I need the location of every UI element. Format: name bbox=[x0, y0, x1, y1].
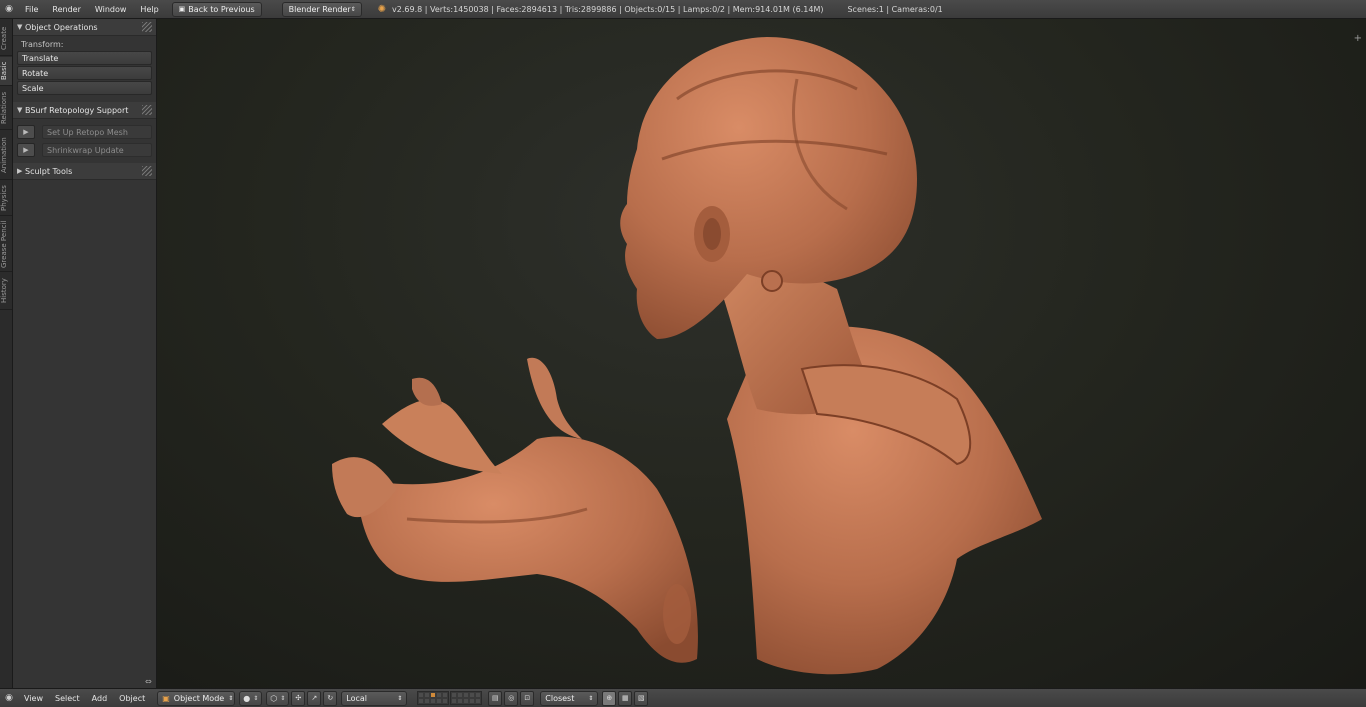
panel-header-object-operations[interactable]: ▼ Object Operations bbox=[13, 19, 156, 36]
editor-type-icon[interactable]: ◉ bbox=[0, 4, 18, 14]
armor-piece-main bbox=[357, 436, 698, 663]
menu-view[interactable]: View bbox=[18, 694, 49, 703]
3d-viewport[interactable]: + bbox=[157, 19, 1366, 688]
panel-title: Sculpt Tools bbox=[25, 166, 73, 176]
render-engine-value: Blender Render bbox=[288, 4, 351, 14]
resize-handle-icon[interactable]: ⇔ bbox=[145, 677, 152, 686]
orientation-value: Local bbox=[346, 693, 367, 703]
shrinkwrap-row: ▶ Shrinkwrap Update bbox=[17, 143, 152, 157]
updown-arrows-icon: ⇕ bbox=[280, 694, 286, 702]
viewport-shading-select[interactable]: ● ⇕ bbox=[239, 690, 263, 706]
layers-group-1[interactable] bbox=[417, 691, 450, 705]
menu-select[interactable]: Select bbox=[49, 694, 86, 703]
tab-relations[interactable]: Relations bbox=[0, 87, 12, 130]
toolshelf-tabs: Create Basic Relations Animation Physics… bbox=[0, 19, 13, 688]
transform-orientation-select[interactable]: Local ⇕ bbox=[341, 690, 408, 706]
panel-title: BSurf Retopology Support bbox=[25, 105, 129, 115]
menu-render[interactable]: Render bbox=[45, 5, 87, 14]
snap-toggle-icon[interactable]: ⊡ bbox=[520, 690, 535, 706]
screen-icon: ▣ bbox=[178, 5, 186, 13]
blender-logo-icon: ✺ bbox=[377, 3, 387, 15]
snap-target-value: Closest bbox=[545, 693, 575, 703]
3d-view-header: ◉ View Select Add Object ▣ Object Mode ⇕… bbox=[0, 688, 1366, 707]
scene-camera-stats: Scenes:1 | Cameras:0/1 bbox=[847, 4, 943, 14]
editor-type-icon[interactable]: ◉ bbox=[0, 693, 18, 703]
translate-manipulator-icon[interactable]: ↗ bbox=[307, 690, 322, 706]
drag-handle-icon[interactable] bbox=[142, 105, 152, 115]
rotate-button[interactable]: Rotate bbox=[17, 66, 152, 80]
menu-object[interactable]: Object bbox=[113, 694, 151, 703]
opengl-render-icon[interactable]: ▦ bbox=[618, 690, 633, 706]
tab-animation[interactable]: Animation bbox=[0, 131, 12, 180]
updown-arrows-icon: ⇕ bbox=[253, 694, 259, 702]
proportional-edit-icon[interactable]: ◎ bbox=[504, 690, 519, 706]
updown-arrows-icon: ⇕ bbox=[588, 694, 594, 702]
info-header: ◉ File Render Window Help ▣ Back to Prev… bbox=[0, 0, 1366, 19]
tool-shelf: ▼ Object Operations Transform: Translate… bbox=[13, 19, 157, 688]
play-icon[interactable]: ▶ bbox=[17, 143, 35, 157]
mode-select[interactable]: ▣ Object Mode ⇕ bbox=[157, 690, 236, 706]
updown-arrows-icon: ⇕ bbox=[350, 5, 356, 13]
opengl-animation-icon[interactable]: ▧ bbox=[634, 690, 649, 706]
translate-button[interactable]: Translate bbox=[17, 51, 152, 65]
manipulator-toggle-icon[interactable]: ✣ bbox=[291, 690, 306, 706]
drag-handle-icon[interactable] bbox=[142, 166, 152, 176]
sculpt-model bbox=[332, 37, 1042, 675]
play-icon[interactable]: ▶ bbox=[17, 125, 35, 139]
tab-physics[interactable]: Physics bbox=[0, 181, 12, 216]
scene-stats: v2.69.8 | Verts:1450038 | Faces:2894613 … bbox=[392, 4, 824, 14]
menu-file[interactable]: File bbox=[18, 5, 45, 14]
lock-camera-icon[interactable]: ▤ bbox=[488, 690, 503, 706]
armor-piece-fragment bbox=[382, 399, 502, 474]
mode-value: Object Mode bbox=[173, 693, 225, 703]
updown-arrows-icon: ⇕ bbox=[397, 694, 403, 702]
pivot-point-select[interactable]: ⬡ ⇕ bbox=[266, 690, 290, 706]
snap-target-select[interactable]: Closest ⇕ bbox=[540, 690, 599, 706]
drag-handle-icon[interactable] bbox=[142, 22, 152, 32]
set-up-retopo-button[interactable]: Set Up Retopo Mesh bbox=[42, 125, 152, 139]
object-mode-icon: ▣ bbox=[162, 693, 170, 703]
menu-add[interactable]: Add bbox=[86, 694, 114, 703]
tab-basic[interactable]: Basic bbox=[0, 57, 12, 86]
transform-label: Transform: bbox=[21, 40, 64, 49]
menu-window[interactable]: Window bbox=[88, 5, 134, 14]
expanded-triangle-icon: ▼ bbox=[17, 23, 23, 31]
panel-header-bsurf[interactable]: ▼ BSurf Retopology Support bbox=[13, 102, 156, 119]
layers-widget bbox=[417, 691, 483, 705]
retopo-row: ▶ Set Up Retopo Mesh bbox=[17, 125, 152, 139]
layers-group-2[interactable] bbox=[450, 691, 483, 705]
armor-piece-fragment bbox=[412, 377, 442, 406]
expanded-triangle-icon: ▼ bbox=[17, 106, 23, 114]
rotate-manipulator-icon[interactable]: ↻ bbox=[323, 690, 338, 706]
collapsed-triangle-icon: ▶ bbox=[17, 167, 23, 175]
panel-header-sculpt-tools[interactable]: ▶ Sculpt Tools bbox=[13, 163, 156, 180]
split-area-icon[interactable]: + bbox=[1354, 33, 1362, 44]
back-to-previous-button[interactable]: ▣ Back to Previous bbox=[171, 1, 262, 17]
updown-arrows-icon: ⇕ bbox=[228, 694, 234, 702]
pivot-icon: ⬡ bbox=[270, 693, 278, 703]
scale-button[interactable]: Scale bbox=[17, 81, 152, 95]
tab-create[interactable]: Create bbox=[0, 21, 12, 56]
armor-piece-fragment bbox=[527, 357, 582, 439]
back-to-previous-label: Back to Previous bbox=[188, 4, 255, 14]
menu-help[interactable]: Help bbox=[133, 5, 165, 14]
shrinkwrap-update-button[interactable]: Shrinkwrap Update bbox=[42, 143, 152, 157]
tab-grease-pencil[interactable]: Grease Pencil bbox=[0, 217, 12, 272]
render-engine-select[interactable]: Blender Render ⇕ bbox=[281, 1, 362, 17]
snap-align-icon[interactable]: ⊕ bbox=[602, 690, 617, 706]
tab-history[interactable]: History bbox=[0, 273, 12, 310]
solid-shading-icon: ● bbox=[243, 693, 251, 703]
panel-title: Object Operations bbox=[25, 22, 98, 32]
